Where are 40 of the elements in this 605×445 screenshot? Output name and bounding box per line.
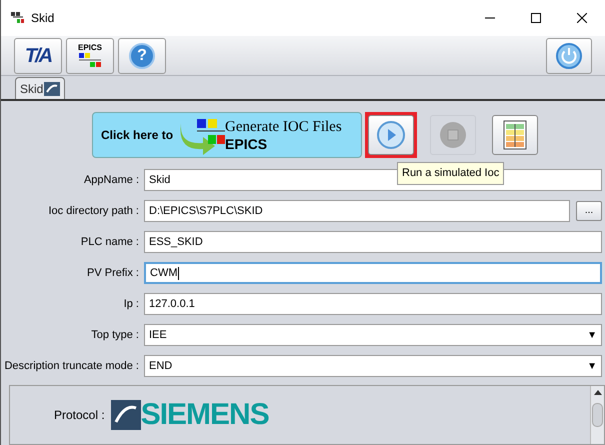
field-label: Ioc directory path : — [48, 204, 140, 219]
generate-title: Generate IOC Files — [225, 120, 342, 134]
field-label: PLC name : — [80, 234, 140, 250]
table-icon — [502, 120, 528, 150]
stop-icon — [438, 120, 468, 150]
app-icon — [11, 12, 25, 24]
input-field[interactable]: CWM — [144, 262, 602, 284]
epics-button[interactable]: EPICS — [66, 38, 114, 74]
field-label: PV Prefix : — [86, 266, 140, 281]
scrollbar[interactable] — [590, 386, 604, 444]
field-label: Top type : — [90, 328, 140, 343]
input-field[interactable]: ESS_SKID — [144, 231, 602, 253]
input-field[interactable]: D:\EPICS\S7PLC\SKID — [144, 200, 570, 222]
play-icon — [376, 120, 406, 150]
power-button[interactable] — [546, 38, 592, 74]
siemens-logo: SIEMENS — [140, 400, 269, 430]
close-icon — [577, 13, 587, 23]
power-icon — [555, 42, 583, 70]
tia-button[interactable]: T/A — [14, 38, 62, 74]
table-button[interactable] — [492, 115, 538, 155]
play-button[interactable] — [368, 115, 414, 155]
field-label: Description truncate mode : — [3, 358, 140, 374]
blocks-icon — [77, 52, 103, 68]
field-label: AppName : — [82, 172, 140, 188]
dropdown[interactable]: END ▼ — [144, 355, 602, 377]
browse-button[interactable]: ... — [576, 201, 602, 221]
s7-logo-icon — [110, 400, 141, 430]
s7-icon — [44, 82, 60, 96]
maximize-icon — [531, 13, 541, 23]
protocol-label: Protocol : — [54, 407, 105, 424]
window-title: Skid — [31, 10, 54, 27]
generate-ioc-button[interactable]: Click here to Generate IOC Files EPICS — [92, 112, 362, 158]
tab[interactable]: Skid — [15, 77, 66, 99]
dropdown[interactable]: IEE ▼ — [144, 324, 602, 346]
scroll-up-icon — [594, 389, 602, 397]
help-button[interactable]: ? — [118, 38, 166, 74]
tooltip: Run a simulated Ioc — [397, 162, 504, 184]
field-label: Ip : — [122, 296, 140, 312]
epics-label: EPICS — [225, 136, 268, 150]
input-field[interactable]: 127.0.0.1 — [144, 293, 602, 315]
